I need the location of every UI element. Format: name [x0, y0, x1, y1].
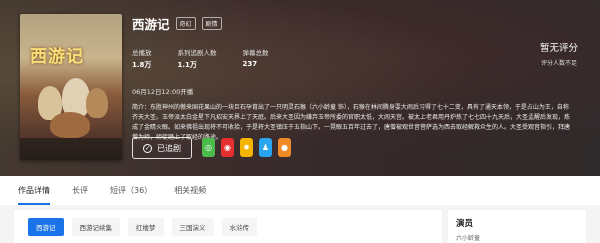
stat-total-plays: 总播放 1.8万: [132, 47, 152, 70]
rating-main: 暂无评分: [539, 43, 578, 54]
cast-panel: 演员 六小龄童: [448, 210, 586, 243]
poster-figure: [86, 88, 108, 118]
share-buttons: ◎ ◉ ✸ ♟ ●: [202, 138, 291, 157]
tab-related-videos[interactable]: 相关视频: [174, 185, 206, 205]
cast-heading: 演员: [456, 219, 474, 229]
stat-label: 总播放: [132, 49, 152, 57]
series-pill[interactable]: 红楼梦: [128, 218, 164, 236]
synopsis: 简介：东胜神州的傲来国花果山的一块巨石孕育出了一只明灵石猴（六小龄童 饰），石猴…: [132, 104, 571, 141]
rating-sub: 评分人数不足: [540, 60, 577, 67]
show-title: 西游记: [132, 17, 170, 32]
stat-danmaku: 弹幕总数 237: [243, 47, 269, 70]
stat-followers: 系列追剧人数 1.1万: [178, 47, 217, 70]
stats-row: 总播放 1.8万 系列追剧人数 1.1万 弹幕总数 237: [132, 47, 522, 70]
series-pill[interactable]: 水浒传: [221, 218, 257, 236]
title-row: 西游记 奇幻 剧情: [132, 14, 522, 33]
release-date: 06月12日12:00开播: [132, 88, 194, 96]
follow-label: 已追剧: [157, 143, 181, 153]
poster-title: 西游记: [30, 47, 84, 67]
stat-value: 1.1万: [177, 61, 197, 69]
rating-block: 暂无评分 评分人数不足: [540, 40, 578, 67]
stat-label: 系列追剧人数: [177, 49, 217, 57]
poster-caption-strip: [20, 138, 122, 160]
poster-figure: [50, 112, 90, 138]
more-icon[interactable]: ●: [278, 138, 291, 157]
qzone-icon[interactable]: ✸: [240, 138, 253, 157]
tab-long-reviews[interactable]: 长评: [72, 185, 88, 205]
tab-details[interactable]: 作品详情: [18, 185, 50, 205]
poster-image[interactable]: 西游记: [20, 14, 122, 160]
tab-short-reviews[interactable]: 短评（36）: [110, 185, 152, 205]
detail-tabs: 作品详情 长评 短评（36） 相关视频: [0, 176, 600, 205]
stat-label: 弹幕总数: [242, 49, 269, 57]
cast-name[interactable]: 六小龄童: [448, 229, 586, 242]
series-pill[interactable]: 西游记: [28, 218, 64, 236]
show-info: 西游记 奇幻 剧情 总播放 1.8万 系列追剧人数 1.1万 弹幕总数 237 …: [132, 14, 570, 143]
stat-value: 237: [242, 60, 258, 68]
genre-tag[interactable]: 剧情: [201, 17, 222, 30]
stat-value: 1.8万: [132, 61, 152, 69]
genre-tag[interactable]: 奇幻: [175, 17, 196, 30]
wechat-icon[interactable]: ◎: [202, 138, 215, 157]
check-icon: ✓: [143, 143, 152, 153]
weibo-icon[interactable]: ◉: [221, 138, 234, 157]
follow-button[interactable]: ✓ 已追剧: [132, 137, 192, 159]
series-pill[interactable]: 西游记续集: [71, 218, 120, 236]
series-panel: 西游记 西游记续集 红楼梦 三国演义 水浒传: [14, 210, 442, 243]
qq-icon[interactable]: ♟: [259, 138, 272, 157]
series-pills: 西游记 西游记续集 红楼梦 三国演义 水浒传: [14, 210, 442, 236]
series-pill[interactable]: 三国演义: [171, 218, 214, 236]
